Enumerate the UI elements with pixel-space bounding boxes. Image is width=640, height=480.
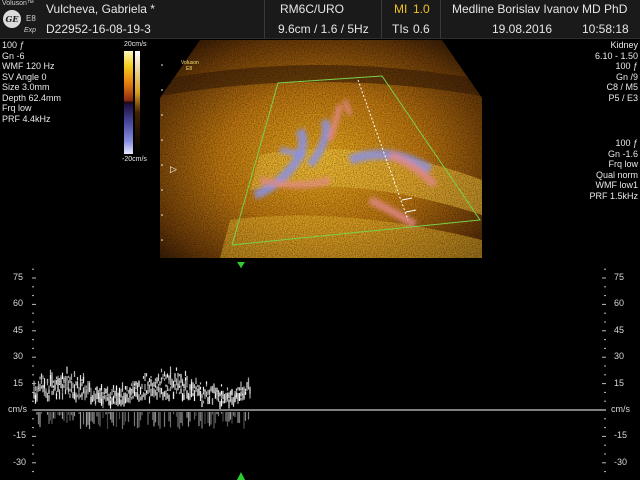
patient-name: Vulcheva, Gabriela * — [46, 2, 155, 16]
scale-label: 30 — [13, 351, 24, 362]
probe-name: RM6C/URO — [280, 2, 345, 16]
setting-line: Depth 62.4mm — [2, 92, 62, 103]
image-model-label: E8 — [186, 66, 193, 72]
brand-variant: Exp — [24, 27, 37, 34]
patient-id: D22952-16-08-19-3 — [46, 22, 151, 36]
tis-value: 0.6 — [413, 22, 430, 36]
colorbar-top-label: 20cm/s — [124, 41, 147, 48]
setting-line: PRF 4.4kHz — [2, 113, 51, 124]
probe-settings: 9.6cm / 1.6 / 5Hz — [278, 22, 369, 36]
header-divider — [440, 0, 441, 38]
scale-label: cm/s — [8, 404, 27, 414]
setting-line: 100 ƒ — [615, 61, 638, 71]
setting-line: SV Angle 0 — [2, 71, 47, 82]
setting-line: 100 ƒ — [615, 138, 638, 148]
setting-line: C8 / M5 — [606, 82, 638, 92]
cursor-bottom-marker-icon[interactable] — [237, 472, 245, 480]
setting-line: Kidney — [610, 40, 638, 50]
scale-label: 45 — [13, 324, 24, 335]
ge-logo-icon: GE — [3, 10, 21, 28]
scale-label: 75 — [614, 272, 625, 282]
spectral-doppler-trace[interactable] — [0, 262, 640, 480]
scale-label: -30 — [13, 456, 27, 467]
scale-label: 60 — [614, 298, 625, 309]
right-settings-bottom: 100 ƒ Gn -1.6 Frq low Qual norm WMF low1… — [589, 138, 638, 201]
mi-label: MI — [394, 2, 408, 16]
mi-value: 1.0 — [413, 2, 430, 16]
scale-label: cm/s — [611, 404, 630, 414]
setting-line: WMF 120 Hz — [2, 61, 55, 71]
color-velocity-scale — [124, 51, 133, 154]
setting-line: Frq low — [608, 159, 638, 169]
colorbar-bottom-label: -20cm/s — [122, 156, 147, 163]
right-settings-top: Kidney 6.10 - 1.50 100 ƒ Gn /9 C8 / M5 P… — [595, 40, 638, 103]
setting-line: Qual norm — [595, 169, 638, 180]
doppler-waveform — [33, 366, 251, 430]
scale-label: -15 — [614, 430, 628, 441]
setting-line: P5 / E3 — [608, 92, 638, 103]
left-settings-panel: 100 ƒ Gn -6 WMF 120 Hz SV Angle 0 Size 3… — [2, 40, 61, 124]
setting-line: PRF 1.5kHz — [589, 190, 638, 201]
tis-label: TIs — [392, 22, 409, 36]
brand-model: E8 — [26, 14, 36, 23]
voluson-logo: Voluson™ GE E8 Exp — [0, 0, 44, 38]
exam-time: 10:58:18 — [582, 22, 629, 36]
scale-label: 45 — [614, 324, 625, 335]
exam-date: 19.08.2016 — [492, 22, 553, 36]
setting-line: 100 ƒ — [2, 40, 25, 50]
setting-line: Gn -6 — [2, 50, 25, 61]
velocity-scale-ticks — [32, 268, 606, 473]
setting-line: Size 3.0mm — [2, 82, 50, 92]
setting-line: Gn /9 — [615, 71, 638, 82]
scale-label: 15 — [614, 377, 625, 388]
scale-label: -15 — [13, 430, 27, 441]
setting-line: Gn -1.6 — [607, 148, 638, 159]
color-doppler-image[interactable] — [160, 40, 482, 258]
grayscale-map-bar — [135, 51, 140, 154]
scale-label: 60 — [13, 298, 24, 309]
scale-label: 15 — [13, 377, 24, 388]
scale-label: 75 — [13, 272, 24, 282]
header-divider — [381, 0, 382, 38]
focus-marker-icon[interactable]: ▷ — [170, 164, 177, 175]
header-divider — [264, 0, 265, 38]
setting-line: 6.10 - 1.50 — [594, 50, 638, 61]
brand-label: Voluson™ — [2, 0, 34, 7]
scale-label: 30 — [614, 351, 625, 362]
header-bar: Voluson™ GE E8 Exp Vulcheva, Gabriela * … — [0, 0, 640, 39]
scale-label: -30 — [614, 456, 628, 467]
institution-name: Medline Borislav Ivanov MD PhD — [452, 2, 628, 16]
cursor-top-marker-icon[interactable] — [237, 262, 245, 268]
setting-line: Frq low — [2, 103, 32, 113]
setting-line: WMF low1 — [595, 180, 639, 190]
